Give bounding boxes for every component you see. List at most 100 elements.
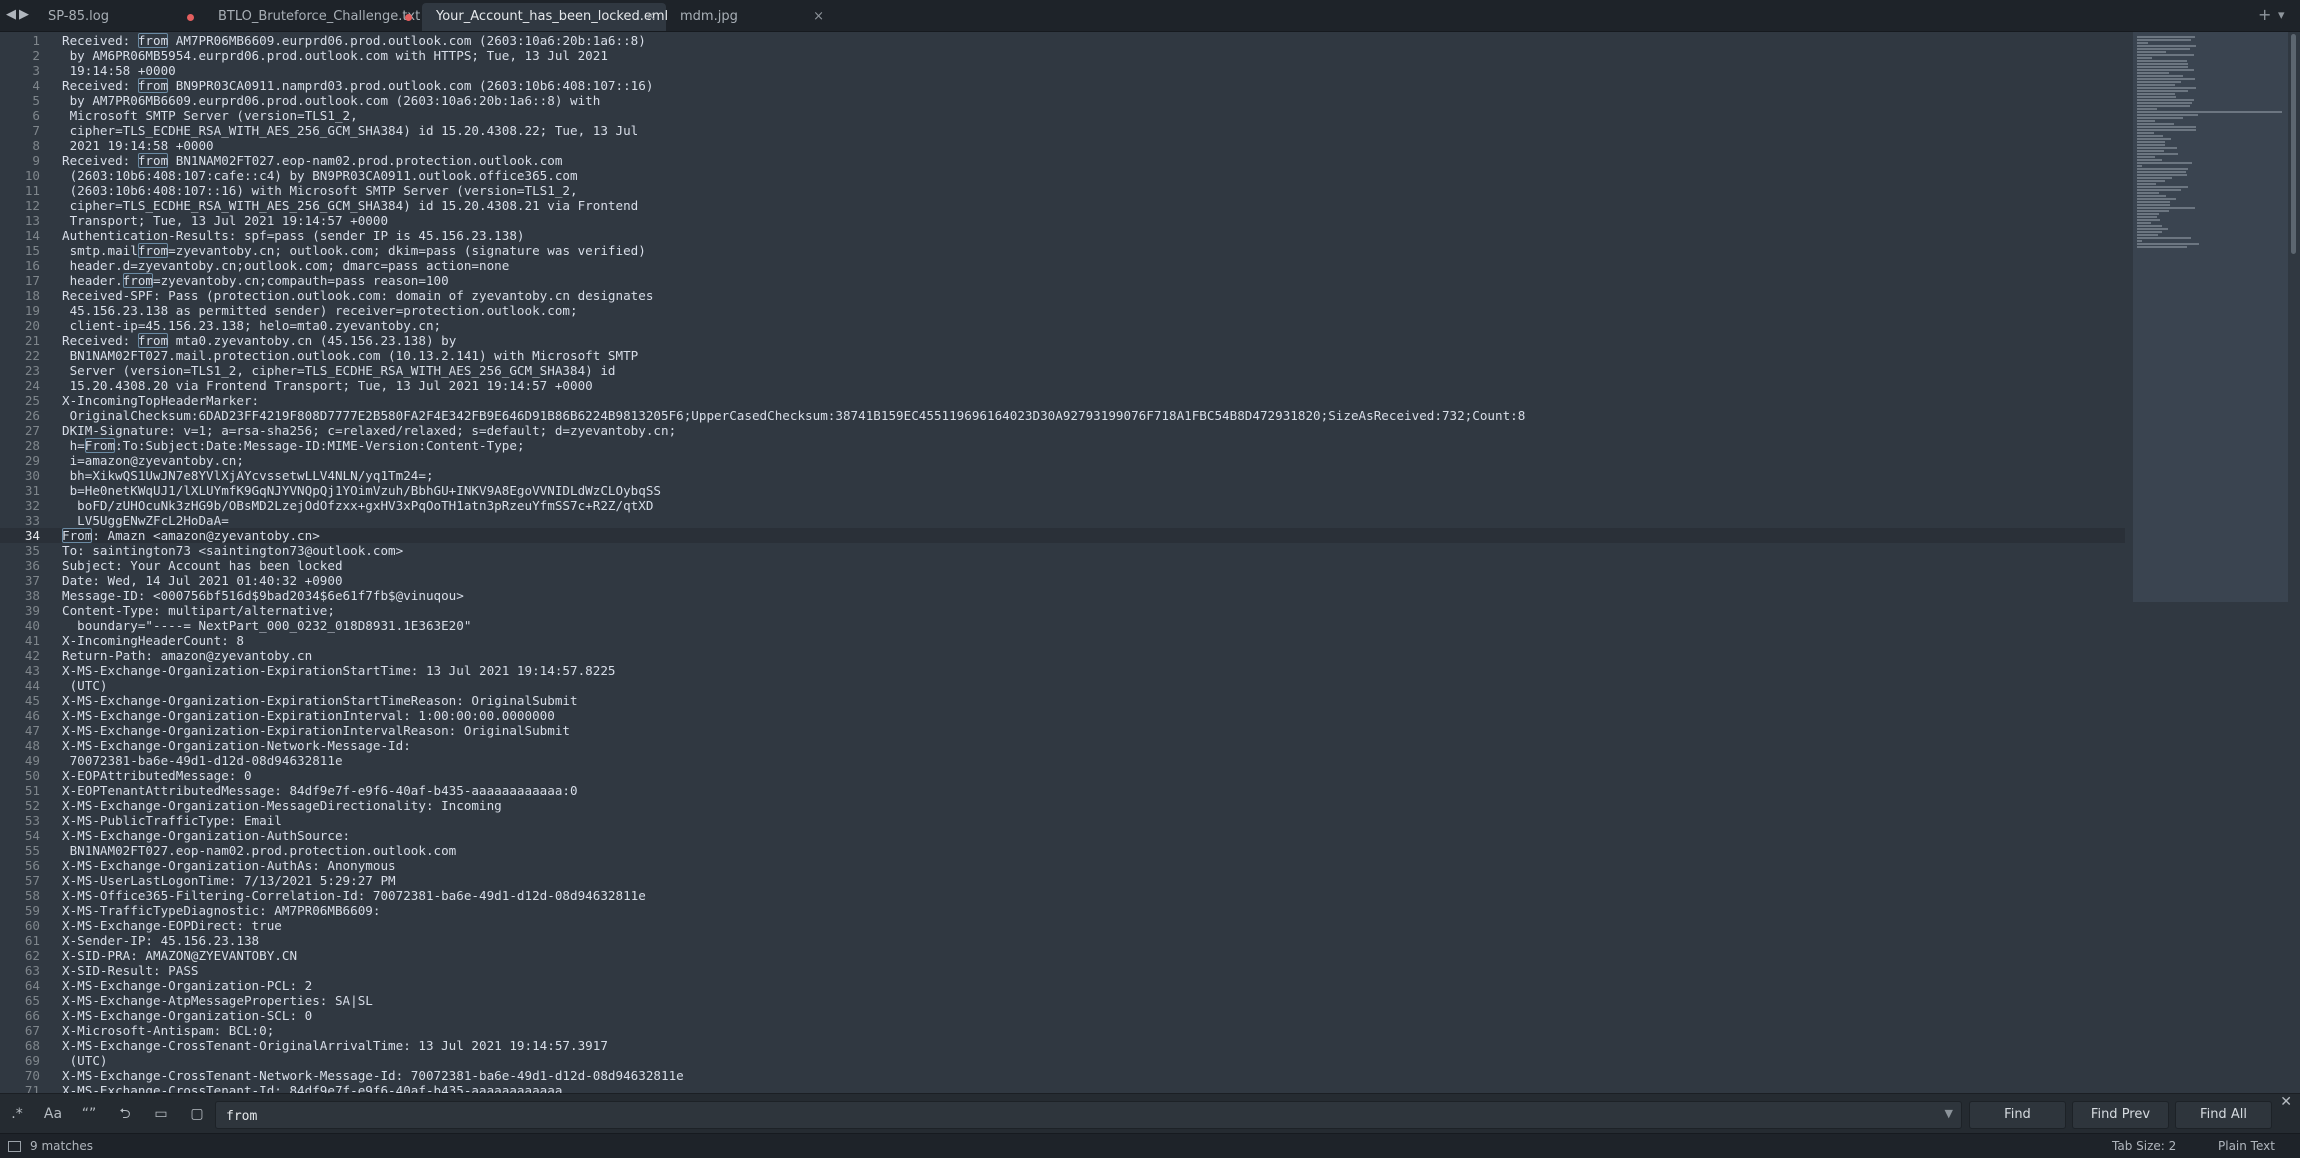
code-line[interactable]: X-MS-Exchange-Organization-ExpirationInt… [62,708,555,723]
vertical-scrollbar[interactable] [2291,34,2296,254]
code-line[interactable]: OriginalChecksum:6DAD23FF4219F808D7777E2… [62,408,1526,423]
tab-size-selector[interactable]: Tab Size: 2 [2112,1134,2176,1158]
code-line[interactable]: header.d=zyevantoby.cn;outlook.com; dmar… [62,258,510,273]
code-line[interactable]: smtp.mailfrom=zyevantoby.cn; outlook.com… [62,243,646,258]
code-line[interactable]: Received: from mta0.zyevantoby.cn (45.15… [62,333,456,348]
find-button[interactable]: Find [1969,1101,2066,1129]
code-line[interactable]: Received: from AM7PR06MB6609.eurprd06.pr… [62,33,646,48]
new-tab-icon[interactable]: + [2258,5,2271,24]
code-line[interactable]: X-Microsoft-Antispam: BCL:0; [62,1023,274,1038]
tab-overflow-icon[interactable]: ▾ [2278,8,2285,23]
code-line[interactable]: (2603:10b6:408:107:cafe::c4) by BN9PR03C… [62,168,578,183]
code-line[interactable]: X-MS-Exchange-EOPDirect: true [62,918,282,933]
code-line[interactable]: client-ip=45.156.23.138; helo=mta0.zyeva… [62,318,442,333]
code-line[interactable]: X-SID-Result: PASS [62,963,198,978]
find-all-button[interactable]: Find All [2175,1101,2272,1129]
code-line[interactable]: by AM6PR06MB5954.eurprd06.prod.outlook.c… [62,48,608,63]
wrap-toggle[interactable]: ⮌ [112,1104,138,1124]
tab-sp-85-log[interactable]: SP-85.log [34,3,204,31]
code-line[interactable]: 45.156.23.138 as permitted sender) recei… [62,303,578,318]
code-line[interactable]: Date: Wed, 14 Jul 2021 01:40:32 +0900 [62,573,343,588]
code-line[interactable]: X-MS-Exchange-Organization-PCL: 2 [62,978,312,993]
code-line[interactable]: X-IncomingHeaderCount: 8 [62,633,244,648]
unsaved-indicator-icon[interactable] [187,14,194,21]
unsaved-indicator-icon[interactable] [405,14,412,21]
code-line[interactable]: To: saintington73 <saintington73@outlook… [62,543,403,558]
code-line[interactable]: X-EOPAttributedMessage: 0 [62,768,252,783]
code-line[interactable]: X-EOPTenantAttributedMessage: 84df9e7f-e… [62,783,578,798]
code-line[interactable]: Microsoft SMTP Server (version=TLS1_2, [62,108,358,123]
code-line[interactable]: Received-SPF: Pass (protection.outlook.c… [62,288,653,303]
code-line[interactable]: X-MS-Exchange-Organization-Network-Messa… [62,738,411,753]
code-line[interactable]: Return-Path: amazon@zyevantoby.cn [62,648,312,663]
code-line[interactable]: X-MS-Exchange-Organization-AuthSource: [62,828,350,843]
code-line[interactable]: LV5UggENwZFcL2HoDaA= [62,513,229,528]
code-line[interactable]: b=He0netKWqUJ1/lXLUYmfK9GqNJYVNQpQj1YOim… [62,483,661,498]
code-line[interactable]: From: Amazn <amazon@zyevantoby.cn> [62,528,320,543]
close-find-icon[interactable]: ✕ [2280,1094,2292,1110]
code-line[interactable]: X-MS-Exchange-CrossTenant-OriginalArriva… [62,1038,608,1053]
code-line[interactable]: 19:14:58 +0000 [62,63,176,78]
code-line[interactable]: cipher=TLS_ECDHE_RSA_WITH_AES_256_GCM_SH… [62,123,639,138]
text-editor[interactable]: 1 2 3 4 5 6 7 8 9 10 11 12 13 14 15 16 17 18 19 20 21 22 23 24 2… [0,32,2300,1093]
code-line[interactable]: Transport; Tue, 13 Jul 2021 19:14:57 +00… [62,213,388,228]
code-line[interactable]: X-MS-UserLastLogonTime: 7/13/2021 5:29:2… [62,873,396,888]
code-line[interactable]: Server (version=TLS1_2, cipher=TLS_ECDHE… [62,363,616,378]
minimap[interactable] [2133,32,2288,602]
code-line[interactable]: cipher=TLS_ECDHE_RSA_WITH_AES_256_GCM_SH… [62,198,639,213]
code-line[interactable]: X-MS-Exchange-CrossTenant-Network-Messag… [62,1068,684,1083]
close-tab-icon[interactable]: × [645,3,656,31]
code-line[interactable]: X-MS-Exchange-Organization-SCL: 0 [62,1008,312,1023]
code-line[interactable]: Content-Type: multipart/alternative; [62,603,335,618]
code-line[interactable]: Authentication-Results: spf=pass (sender… [62,228,525,243]
code-line[interactable]: bh=XikwQS1UwJN7e8YVlXjAYcvssetwLLV4NLN/y… [62,468,434,483]
whole-word-toggle[interactable]: “” [76,1104,102,1124]
code-line[interactable]: Subject: Your Account has been locked [62,558,343,573]
close-tab-icon[interactable]: × [813,3,824,31]
code-line[interactable]: X-MS-Exchange-AtpMessageProperties: SA|S… [62,993,373,1008]
code-line[interactable]: X-MS-Exchange-Organization-AuthAs: Anony… [62,858,396,873]
regex-toggle[interactable]: .* [4,1104,30,1124]
case-sensitive-toggle[interactable]: Aa [40,1104,66,1124]
find-prev-button[interactable]: Find Prev [2072,1101,2169,1129]
code-line[interactable]: 2021 19:14:58 +0000 [62,138,214,153]
code-line[interactable]: 70072381-ba6e-49d1-d12d-08d94632811e [62,753,343,768]
code-line[interactable]: X-MS-TrafficTypeDiagnostic: AM7PR06MB660… [62,903,380,918]
code-line[interactable]: (2603:10b6:408:107::16) with Microsoft S… [62,183,578,198]
code-line[interactable]: X-Sender-IP: 45.156.23.138 [62,933,259,948]
code-line[interactable]: (UTC) [62,678,108,693]
code-line[interactable]: X-MS-Exchange-CrossTenant-Id: 84df9e7f-e… [62,1083,562,1093]
code-line[interactable]: boFD/zUHOcuNk3zHG9b/OBsMD2LzejOdOfzxx+gx… [62,498,653,513]
code-line[interactable]: BN1NAM02FT027.mail.protection.outlook.co… [62,348,639,363]
code-line[interactable]: header.from=zyevantoby.cn;compauth=pass … [62,273,449,288]
code-line[interactable]: h=From:To:Subject:Date:Message-ID:MIME-V… [62,438,525,453]
syntax-selector[interactable]: Plain Text [2218,1134,2275,1158]
code-line[interactable]: (UTC) [62,1053,108,1068]
code-line[interactable]: X-MS-Exchange-Organization-ExpirationSta… [62,693,578,708]
code-line[interactable]: BN1NAM02FT027.eop-nam02.prod.protection.… [62,843,457,858]
code-line[interactable]: Received: from BN1NAM02FT027.eop-nam02.p… [62,153,562,168]
panel-toggle-icon[interactable] [8,1141,21,1152]
code-area[interactable]: Received: from AM7PR06MB6609.eurprd06.pr… [62,32,2122,1093]
code-line[interactable]: Message-ID: <000756bf516d$9bad2034$6e61f… [62,588,464,603]
tab-btlo-bruteforce[interactable]: BTLO_Bruteforce_Challenge.txt [204,3,422,31]
tab-nav-back-icon[interactable]: ◀ [4,6,18,24]
code-line[interactable]: i=amazon@zyevantoby.cn; [62,453,244,468]
code-line[interactable]: by AM7PR06MB6609.eurprd06.prod.outlook.c… [62,93,601,108]
code-line[interactable]: X-MS-Exchange-Organization-ExpirationInt… [62,723,570,738]
tab-your-account-locked-eml[interactable]: Your_Account_has_been_locked.eml × [422,3,668,31]
code-line[interactable]: DKIM-Signature: v=1; a=rsa-sha256; c=rel… [62,423,676,438]
code-line[interactable]: Received: from BN9PR03CA0911.namprd03.pr… [62,78,653,93]
tab-nav-forward-icon[interactable]: ▶ [17,6,31,24]
code-line[interactable]: boundary="----= NextPart_000_0232_018D89… [62,618,471,633]
code-line[interactable]: X-SID-PRA: AMAZON@ZYEVANTOBY.CN [62,948,297,963]
code-line[interactable]: X-MS-Exchange-Organization-MessageDirect… [62,798,502,813]
in-selection-toggle[interactable]: ▭ [148,1104,174,1124]
code-line[interactable]: X-MS-Exchange-Organization-ExpirationSta… [62,663,616,678]
code-line[interactable]: X-MS-PublicTrafficType: Email [62,813,282,828]
tab-mdm-jpg[interactable]: mdm.jpg × [666,3,834,31]
code-line[interactable]: 15.20.4308.20 via Frontend Transport; Tu… [62,378,593,393]
find-input[interactable] [224,1102,1928,1130]
code-line[interactable]: X-MS-Office365-Filtering-Correlation-Id:… [62,888,646,903]
find-history-dropdown-icon[interactable]: ▼ [1945,1107,1953,1120]
